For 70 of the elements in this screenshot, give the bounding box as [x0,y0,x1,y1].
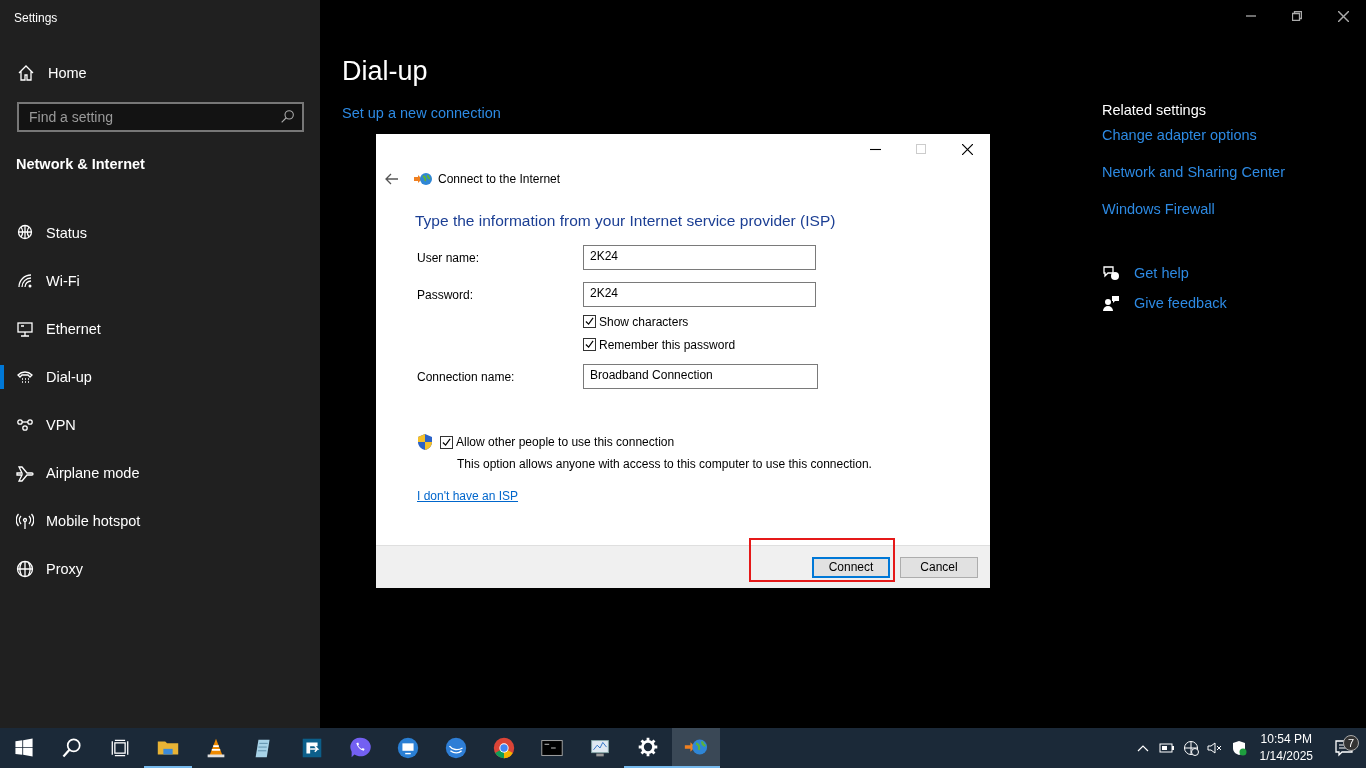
dialog-title: Connect to the Internet [438,172,561,186]
sidebar-item[interactable]: Airplane mode [0,449,320,497]
checkbox-label: Allow other people to use this connection [456,435,675,449]
cancel-button[interactable]: Cancel [900,556,978,578]
speaker-muted-icon[interactable] [1206,740,1223,756]
password-field[interactable]: 2K24 [583,282,816,307]
home-icon [17,64,35,82]
help-link[interactable]: Give feedback [1134,295,1227,311]
username-field[interactable]: 2K24 [583,245,816,270]
search-icon[interactable] [60,736,84,760]
related-link[interactable]: Change adapter options [1102,127,1257,143]
related-link[interactable]: Windows Firewall [1102,201,1215,217]
shield-icon [417,433,433,451]
field-label: Connection name: [417,369,516,384]
globe-blocked-icon[interactable] [1182,740,1199,756]
sidebar-item[interactable]: Mobile hotspot [0,497,320,545]
help-link[interactable]: Get help [1134,265,1189,281]
back-arrow-icon[interactable] [385,173,399,185]
checkbox[interactable] [440,435,453,449]
clock[interactable]: 10:54 PM 1/14/2025 [1250,731,1322,765]
close-icon[interactable] [961,143,973,155]
notification-count-badge: 7 [1343,735,1359,751]
sidebar-item[interactable]: Dial-up [0,353,320,401]
home-item[interactable]: Home [0,55,320,91]
monitor-circle-icon [395,735,421,761]
checkbox-label: Remember this password [599,337,736,352]
search-icon [280,109,295,124]
setup-connection-link[interactable]: Set up a new connection [342,105,501,121]
chat-question-icon [1102,264,1120,282]
wave-circle-icon [443,735,469,761]
antenna-icon [16,512,34,530]
start-icon[interactable] [12,736,36,760]
phone-icon [16,368,34,386]
option-description: This option allows anyone with access to this computer to use this connection. [457,457,873,471]
sidebar-item[interactable]: VPN [0,401,320,449]
shield-check-icon[interactable] [1230,740,1247,756]
related-settings-heading: Related settings [1102,102,1206,118]
browser-circle-icon [491,735,517,761]
globe-arrow-icon [414,172,432,186]
checkbox-label: Show characters [599,314,689,329]
field-label: Password: [417,287,475,302]
sidebar-item[interactable]: Wi-Fi [0,257,320,305]
field-label: User name: [417,250,481,265]
page-title: Dial-up [342,56,428,87]
ethernet-icon [16,320,34,338]
close-icon[interactable] [1337,10,1349,22]
section-title: Network & Internet [15,155,146,174]
checkbox[interactable] [583,338,596,351]
vpn-icon [16,416,34,434]
window-title: Settings [13,10,59,27]
person-chat-icon [1102,294,1120,312]
sidebar-item[interactable]: Proxy [0,545,320,593]
notification-icon[interactable] [1335,739,1353,757]
restore-icon[interactable] [1292,11,1302,21]
dialog-heading: Type the information from your Internet service provider (ISP) [415,212,836,230]
checkbox[interactable] [583,315,596,328]
sidebar-item[interactable]: Status [0,209,320,257]
search-field[interactable]: Find a setting [17,102,304,132]
connection-name-field[interactable]: Broadband Connection [583,364,818,389]
globe-monitor-icon [16,224,34,242]
globe-icon [16,560,34,578]
wifi-icon [16,272,34,290]
clock-date: 1/14/2025 [1259,748,1313,765]
airplane-icon [16,464,34,482]
battery-icon[interactable] [1158,740,1175,756]
related-link[interactable]: Network and Sharing Center [1102,164,1285,180]
sidebar-item[interactable]: Ethernet [0,305,320,353]
no-isp-link[interactable]: I don't have an ISP [417,489,519,503]
connect-button[interactable]: Connect [812,556,890,578]
clock-time: 10:54 PM [1260,731,1312,748]
